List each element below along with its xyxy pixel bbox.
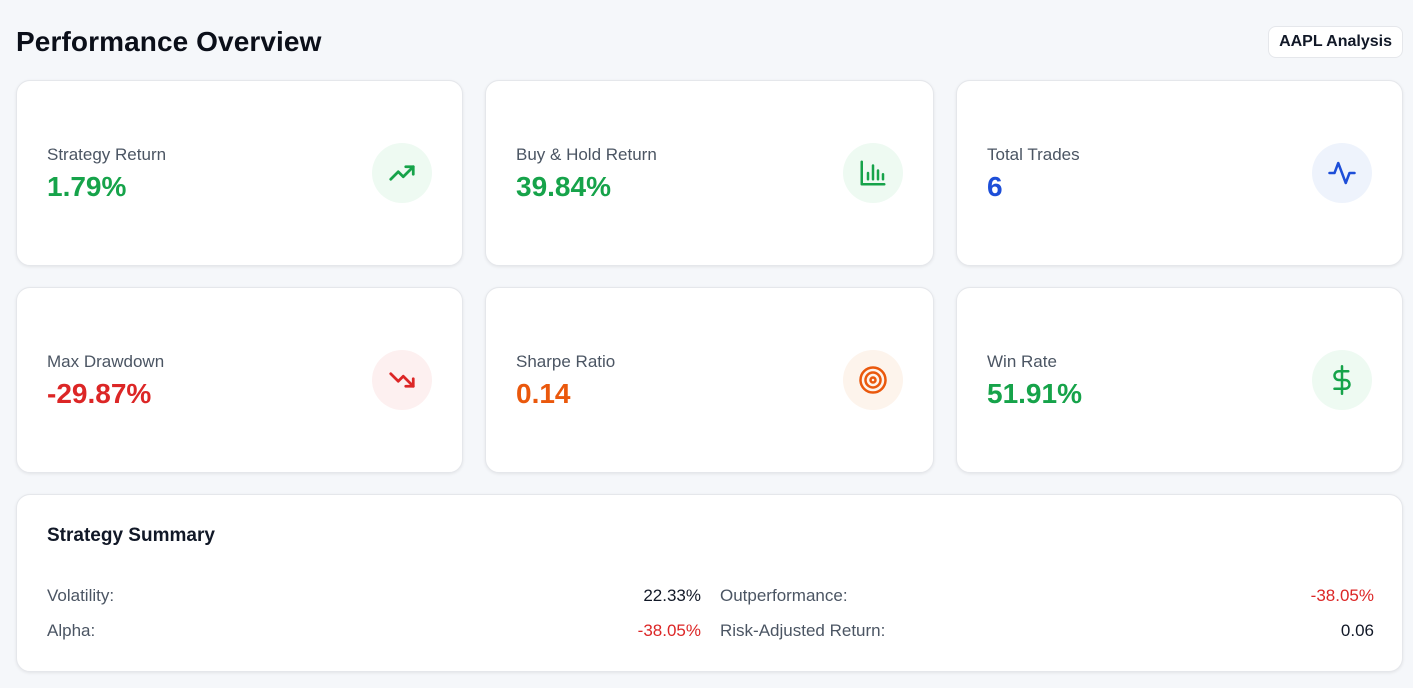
metric-card-buy-hold-return: Buy & Hold Return 39.84% bbox=[485, 80, 934, 266]
summary-value: -38.05% bbox=[1310, 586, 1374, 605]
card-value: 51.91% bbox=[987, 378, 1082, 409]
summary-value: -38.05% bbox=[637, 621, 701, 640]
card-label: Total Trades bbox=[987, 145, 1080, 164]
summary-row-risk-adjusted-return: Risk-Adjusted Return: 0.06 bbox=[720, 620, 1374, 642]
summary-row-volatility: Volatility: 22.33% bbox=[47, 585, 701, 607]
summary-value: 22.33% bbox=[643, 586, 701, 605]
target-icon bbox=[843, 350, 903, 410]
card-label: Sharpe Ratio bbox=[516, 352, 616, 371]
strategy-summary-card: Strategy Summary Volatility: 22.33% Outp… bbox=[16, 494, 1403, 672]
activity-icon bbox=[1312, 143, 1372, 203]
metric-card-total-trades: Total Trades 6 bbox=[956, 80, 1403, 266]
card-value: 39.84% bbox=[516, 171, 611, 202]
summary-row-alpha: Alpha: -38.05% bbox=[47, 620, 701, 642]
card-value: 0.14 bbox=[516, 378, 571, 409]
summary-label: Volatility: bbox=[47, 586, 115, 605]
dollar-icon bbox=[1312, 350, 1372, 410]
metrics-grid: Strategy Return 1.79% Buy & Hold Return … bbox=[16, 80, 1403, 473]
card-label: Max Drawdown bbox=[47, 352, 165, 371]
card-label: Buy & Hold Return bbox=[516, 145, 657, 164]
card-value: 1.79% bbox=[47, 171, 127, 202]
card-label: Strategy Return bbox=[47, 145, 167, 164]
performance-overview-page: Performance Overview AAPL Analysis Strat… bbox=[0, 0, 1413, 688]
card-label: Win Rate bbox=[987, 352, 1057, 371]
bar-chart-icon bbox=[843, 143, 903, 203]
trending-down-icon bbox=[372, 350, 432, 410]
summary-value: 0.06 bbox=[1340, 621, 1374, 640]
summary-label: Risk-Adjusted Return: bbox=[720, 621, 886, 640]
summary-title: Strategy Summary bbox=[47, 525, 215, 546]
metric-card-sharpe-ratio: Sharpe Ratio 0.14 bbox=[485, 287, 934, 473]
summary-row-outperformance: Outperformance: -38.05% bbox=[720, 585, 1374, 607]
header: Performance Overview AAPL Analysis bbox=[16, 22, 1403, 62]
page-title: Performance Overview bbox=[16, 26, 322, 57]
metric-card-strategy-return: Strategy Return 1.79% bbox=[16, 80, 463, 266]
trending-up-icon bbox=[372, 143, 432, 203]
card-value: -29.87% bbox=[47, 378, 152, 409]
summary-label: Alpha: bbox=[47, 621, 96, 640]
metric-card-max-drawdown: Max Drawdown -29.87% bbox=[16, 287, 463, 473]
summary-label: Outperformance: bbox=[720, 586, 848, 605]
symbol-badge[interactable]: AAPL Analysis bbox=[1268, 26, 1403, 58]
card-value: 6 bbox=[987, 171, 1003, 202]
metric-card-win-rate: Win Rate 51.91% bbox=[956, 287, 1403, 473]
